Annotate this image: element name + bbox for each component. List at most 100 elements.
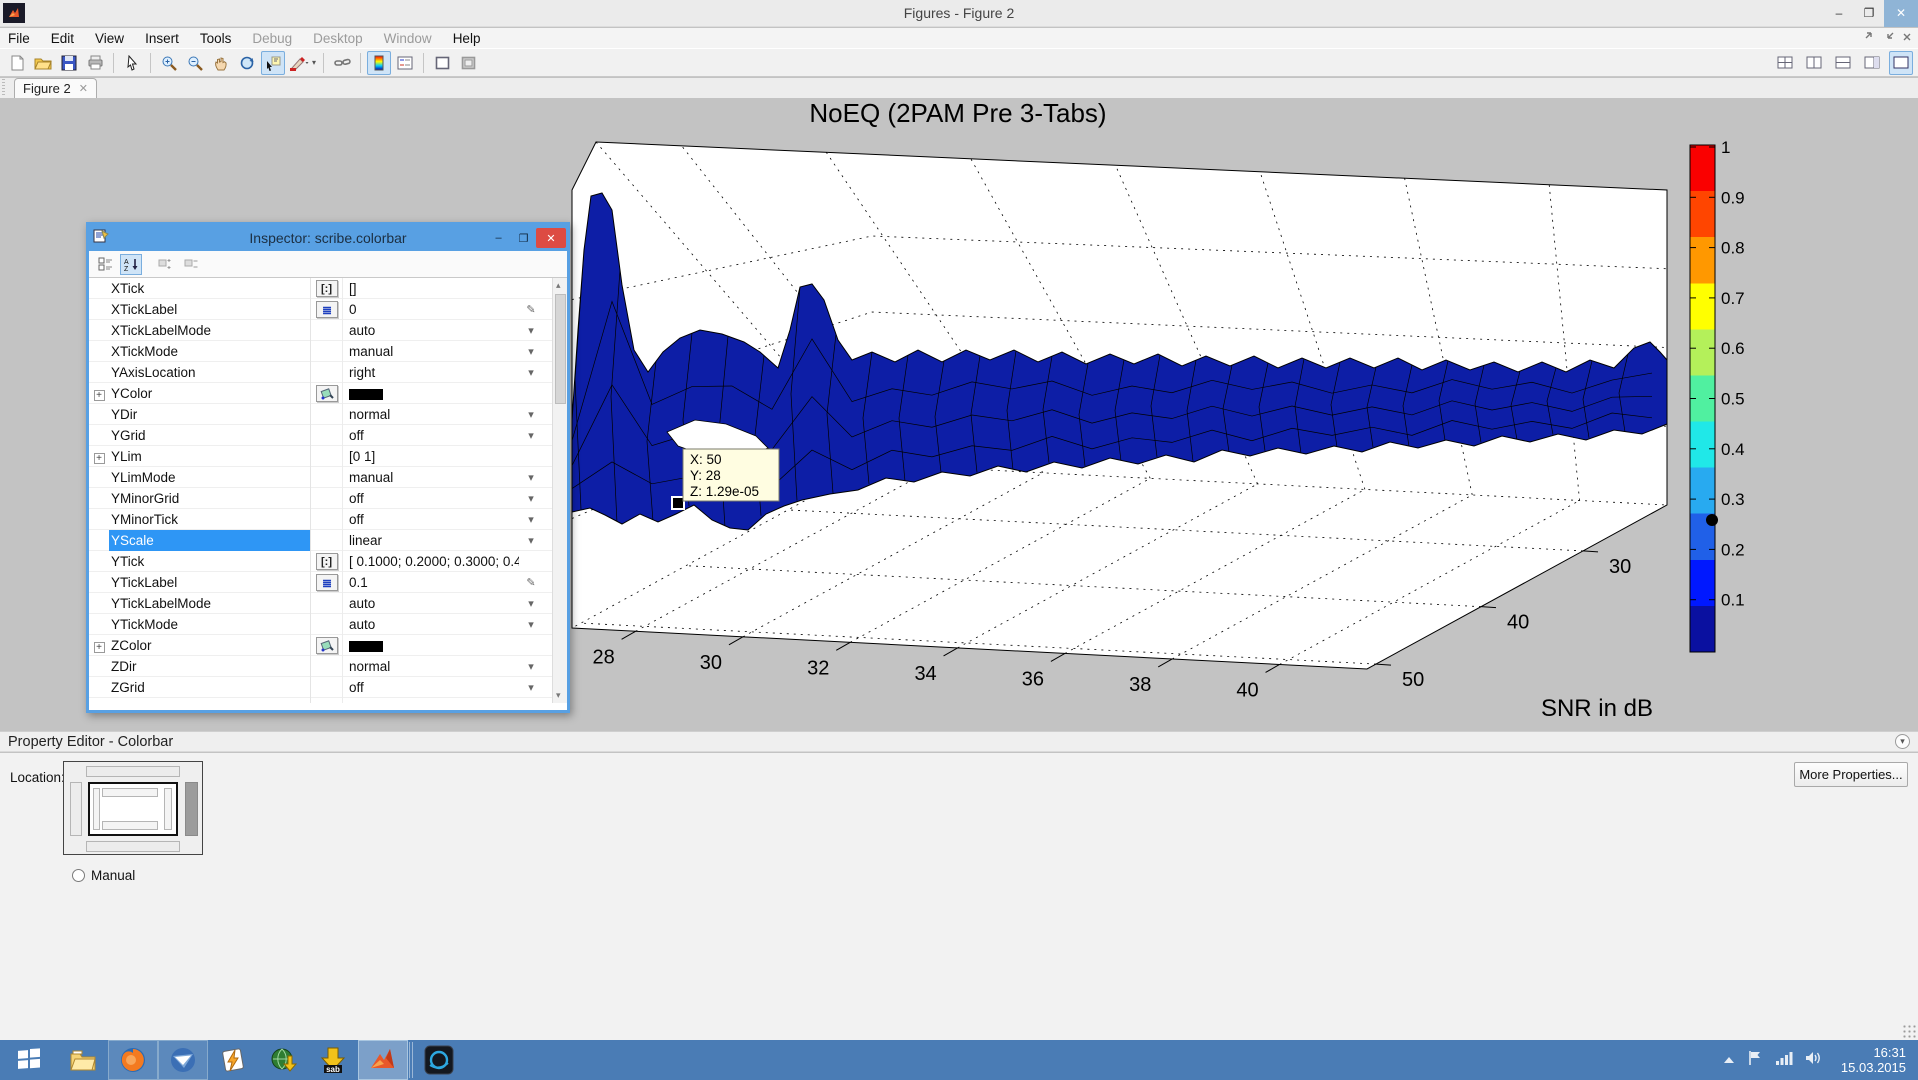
menu-tools[interactable]: Tools [200, 31, 232, 46]
property-value[interactable]: right [343, 365, 519, 380]
taskbar-start-icon[interactable] [0, 1040, 58, 1080]
minimize-button[interactable]: – [1824, 0, 1854, 27]
expander-icon[interactable]: + [89, 386, 109, 401]
property-name[interactable]: YTick [109, 551, 311, 572]
matrix-editor-icon[interactable]: [:] [311, 551, 343, 572]
inspector-restore-button[interactable]: ❐ [511, 228, 536, 248]
menu-view[interactable]: View [95, 31, 124, 46]
collapse-all-icon[interactable] [180, 254, 202, 275]
color-swatch[interactable] [349, 389, 383, 400]
inspector-row-ytick[interactable]: YTick[:][ 0.1000; 0.2000; 0.3000; 0.4000… [89, 551, 567, 572]
property-value[interactable]: off [343, 680, 519, 695]
action-center-flag-icon[interactable] [1747, 1050, 1763, 1071]
resize-grip[interactable] [1902, 1024, 1916, 1038]
taskbar-clock[interactable]: 16:31 15.03.2015 [1835, 1045, 1918, 1075]
property-name[interactable]: ZDir [109, 656, 311, 677]
taskbar-sabnzbd-icon[interactable]: sab [308, 1040, 358, 1080]
menu-help[interactable]: Help [453, 31, 481, 46]
layout-single-icon[interactable] [1889, 51, 1913, 75]
dropdown-arrow-icon[interactable]: ▾ [519, 534, 543, 547]
inspector-close-button[interactable]: ✕ [536, 228, 566, 248]
inspector-row-zlim[interactable]: +ZLim[0 1] [89, 698, 567, 703]
dropdown-arrow-icon[interactable]: ▾ [519, 429, 543, 442]
matrix-editor-icon[interactable]: [:] [311, 278, 343, 299]
scroll-up-icon[interactable]: ▴ [556, 280, 561, 291]
expander-icon[interactable]: + [89, 449, 109, 464]
property-name[interactable]: YMinorTick [109, 509, 311, 530]
location-slot-top[interactable] [86, 766, 180, 777]
menu-debug[interactable]: Debug [252, 31, 292, 46]
dropdown-arrow-icon[interactable]: ▾ [519, 597, 543, 610]
dropdown-arrow-icon[interactable]: ▾ [519, 618, 543, 631]
property-value[interactable]: auto [343, 617, 519, 632]
toolbar-grip[interactable] [2, 79, 9, 97]
expander-icon[interactable]: + [89, 638, 109, 653]
property-value[interactable]: auto [343, 323, 519, 338]
property-name[interactable]: ZColor [109, 635, 311, 656]
scrollbar-thumb[interactable] [555, 294, 566, 404]
print-figure-icon[interactable] [83, 51, 107, 75]
location-slot-bottom[interactable] [86, 841, 180, 852]
save-figure-icon[interactable] [57, 51, 81, 75]
location-inner-right[interactable] [164, 788, 172, 830]
volume-icon[interactable] [1805, 1050, 1823, 1071]
property-value[interactable] [343, 386, 519, 401]
manual-radio-button[interactable] [72, 869, 85, 882]
property-value[interactable]: [ 0.1000; 0.2000; 0.3000; 0.4000; 0.50..… [343, 554, 519, 569]
color-swatch[interactable] [349, 641, 383, 652]
inspector-row-yminortick[interactable]: YMinorTickoff▾ [89, 509, 567, 530]
property-name[interactable]: XTick [109, 278, 311, 299]
property-name[interactable]: YColor [109, 383, 311, 404]
property-name[interactable]: YGrid [109, 425, 311, 446]
taskbar-battle-net-icon[interactable] [414, 1040, 464, 1080]
taskbar-winamp-icon[interactable] [208, 1040, 258, 1080]
close-button[interactable]: ✕ [1884, 0, 1918, 27]
property-value[interactable]: [0 1] [343, 449, 519, 464]
paint-editor-icon[interactable] [311, 383, 343, 404]
new-figure-icon[interactable] [5, 51, 29, 75]
property-name[interactable]: XTickLabelMode [109, 320, 311, 341]
inspector-row-ytickmode[interactable]: YTickModeauto▾ [89, 614, 567, 635]
link-plot-icon[interactable] [330, 51, 354, 75]
property-name[interactable]: YDir [109, 404, 311, 425]
inspector-row-xtick[interactable]: XTick[:][] [89, 278, 567, 299]
inspector-minimize-button[interactable]: – [486, 228, 511, 248]
close-panel-icon[interactable] [1902, 29, 1912, 47]
property-value[interactable]: 0 [343, 302, 519, 317]
layout-columns-icon[interactable] [1802, 51, 1826, 75]
property-value[interactable]: 0.1 [343, 575, 519, 590]
layout-side-icon[interactable] [1860, 51, 1884, 75]
property-name[interactable]: XTickMode [109, 341, 311, 362]
property-name[interactable]: YScale [109, 530, 311, 551]
location-slot-right-selected[interactable] [185, 782, 198, 836]
undock-icon[interactable] [1883, 29, 1895, 47]
colorbar-location-widget[interactable] [63, 761, 203, 855]
property-name[interactable]: YTickLabel [109, 572, 311, 593]
property-name[interactable]: XTickLabel [109, 299, 311, 320]
inspector-scrollbar[interactable]: ▴ ▾ [552, 278, 567, 703]
tab-close-icon[interactable]: ✕ [79, 82, 88, 95]
property-value[interactable]: off [343, 491, 519, 506]
more-properties-button[interactable]: More Properties... [1794, 762, 1908, 787]
taskbar-thunderbird-icon[interactable] [158, 1040, 208, 1080]
inspector-row-yscale[interactable]: YScalelinear▾ [89, 530, 567, 551]
scroll-down-icon[interactable]: ▾ [556, 690, 561, 701]
inspector-row-xticklabel[interactable]: XTickLabel≣0✎ [89, 299, 567, 320]
brush-dropdown-icon[interactable]: ▾ [312, 58, 316, 67]
inspector-row-yaxislocation[interactable]: YAxisLocationright▾ [89, 362, 567, 383]
property-value[interactable]: normal [343, 407, 519, 422]
property-name[interactable]: YLim [109, 446, 311, 467]
network-signal-icon[interactable] [1775, 1050, 1793, 1071]
property-value[interactable]: [0 1] [343, 701, 519, 703]
menu-window[interactable]: Window [384, 31, 432, 46]
dropdown-arrow-icon[interactable]: ▾ [519, 345, 543, 358]
property-name[interactable]: YMinorGrid [109, 488, 311, 509]
expand-all-icon[interactable] [154, 254, 176, 275]
text-editor-icon[interactable]: ≣ [311, 572, 343, 593]
pan-hand-icon[interactable] [209, 51, 233, 75]
data-cursor-icon[interactable] [261, 51, 285, 75]
menu-desktop[interactable]: Desktop [313, 31, 363, 46]
tab-figure2[interactable]: Figure 2 ✕ [14, 78, 97, 98]
rotate-3d-icon[interactable] [235, 51, 259, 75]
location-inner-left[interactable] [93, 788, 100, 830]
